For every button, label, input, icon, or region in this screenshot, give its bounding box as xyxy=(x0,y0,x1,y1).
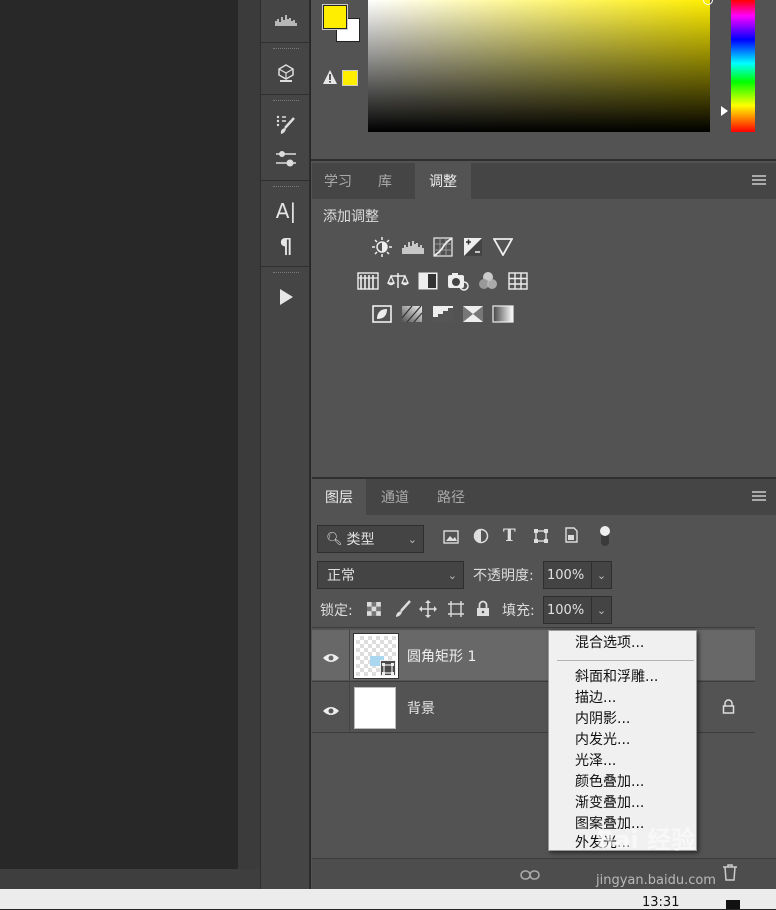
properties-sliders-icon[interactable] xyxy=(267,144,305,174)
histogram-icon[interactable] xyxy=(267,5,305,35)
tab-channels[interactable]: 通道 xyxy=(368,479,422,515)
hue-slider-handle[interactable] xyxy=(721,106,728,116)
gradient-map-icon[interactable] xyxy=(492,303,514,325)
chevron-down-icon: ⌄ xyxy=(407,532,417,546)
tab-adjustments[interactable]: 调整 xyxy=(415,163,471,199)
opacity-dropdown-button[interactable]: ⌄ xyxy=(591,561,612,589)
channel-mixer-icon[interactable] xyxy=(477,270,499,292)
hue-slider[interactable] xyxy=(731,0,755,132)
watermark-url: jingyan.baidu.com xyxy=(596,873,716,888)
gamut-color-swatch[interactable] xyxy=(342,70,358,86)
invert-icon[interactable] xyxy=(371,303,393,325)
vertical-scrollbar[interactable] xyxy=(238,0,260,869)
paragraph-icon[interactable]: ¶ xyxy=(267,231,305,261)
layer-style-context-menu: 混合选项... 斜面和浮雕... 描边... 内阴影... 内发光... 光泽.… xyxy=(548,630,697,851)
filter-type-layer-icon[interactable]: T xyxy=(503,526,521,546)
black-white-icon[interactable] xyxy=(417,270,439,292)
visibility-eye-icon[interactable] xyxy=(322,702,340,715)
fill-label: 填充: xyxy=(502,603,535,619)
watermark-logo: Bai 经验 xyxy=(596,826,696,854)
panel-menu-icon[interactable] xyxy=(752,175,766,185)
link-layers-icon[interactable] xyxy=(520,866,542,882)
color-field[interactable] xyxy=(368,0,710,132)
notification-icon[interactable] xyxy=(726,900,740,909)
menu-item-inner-glow[interactable]: 内发光... xyxy=(575,730,630,751)
shape-layer-badge-icon xyxy=(380,660,396,676)
menu-item-stroke[interactable]: 描边... xyxy=(575,688,616,709)
lock-position-icon[interactable] xyxy=(419,600,437,618)
opacity-input[interactable]: 100% xyxy=(543,561,593,589)
filter-smart-object-icon[interactable] xyxy=(563,527,581,545)
filter-adjustment-layer-icon[interactable] xyxy=(473,528,491,544)
opacity-value: 100% xyxy=(547,567,585,583)
photo-filter-icon[interactable] xyxy=(447,270,469,292)
lock-artboard-icon[interactable] xyxy=(447,600,465,618)
menu-item-satin[interactable]: 光泽... xyxy=(575,751,616,772)
tab-libraries[interactable]: 库 xyxy=(364,163,406,199)
filter-pixel-layer-icon[interactable] xyxy=(443,529,461,545)
filter-shape-layer-icon[interactable] xyxy=(533,528,551,546)
exposure-icon[interactable] xyxy=(462,236,484,258)
taskbar-clock[interactable]: 13:31 xyxy=(642,895,679,910)
brightness-contrast-icon[interactable] xyxy=(371,236,393,258)
color-balance-icon[interactable] xyxy=(387,270,409,292)
document-canvas[interactable] xyxy=(0,0,238,869)
tab-layers[interactable]: 图层 xyxy=(312,479,366,515)
panel-icon-strip: A| ¶ xyxy=(260,0,310,889)
tab-learn[interactable]: 学习 xyxy=(312,163,364,199)
layer-thumbnail[interactable] xyxy=(354,687,396,729)
lock-label: 锁定: xyxy=(320,603,353,619)
foreground-color-swatch[interactable] xyxy=(322,4,348,30)
tab-paths[interactable]: 路径 xyxy=(424,479,478,515)
curves-icon[interactable] xyxy=(432,236,454,258)
layer-filter-value: 类型 xyxy=(346,532,375,548)
menu-item-bevel-emboss[interactable]: 斜面和浮雕... xyxy=(575,667,658,688)
search-icon: 🔍︎ xyxy=(326,531,343,547)
layer-filter-select[interactable]: 🔍︎ 类型 ⌄ xyxy=(317,525,424,553)
menu-item-blending-options[interactable]: 混合选项... xyxy=(575,633,644,654)
blend-mode-value: 正常 xyxy=(327,568,355,584)
character-icon[interactable]: A| xyxy=(267,196,305,226)
menu-item-inner-shadow[interactable]: 内阴影... xyxy=(575,709,630,730)
selective-color-icon[interactable] xyxy=(462,303,484,325)
blend-mode-select[interactable]: 正常 ⌄ xyxy=(317,561,464,589)
lock-transparency-icon[interactable] xyxy=(366,601,382,617)
3d-cube-icon[interactable] xyxy=(267,58,305,88)
posterize-icon[interactable] xyxy=(401,303,423,325)
chevron-down-icon: ⌄ xyxy=(447,568,457,582)
lock-image-pixels-icon[interactable] xyxy=(395,600,411,618)
visibility-eye-icon[interactable] xyxy=(322,649,340,662)
layer-name[interactable]: 圆角矩形 1 xyxy=(407,646,476,666)
fill-value: 100% xyxy=(547,602,585,618)
layer-name[interactable]: 背景 xyxy=(407,698,435,718)
gamut-warning-icon xyxy=(322,69,338,85)
add-adjustment-title: 添加调整 xyxy=(323,209,379,225)
color-lookup-icon[interactable] xyxy=(507,270,529,292)
play-action-icon[interactable] xyxy=(267,282,305,312)
fill-dropdown-button[interactable]: ⌄ xyxy=(591,596,612,624)
hue-saturation-icon[interactable] xyxy=(357,270,379,292)
opacity-label: 不透明度: xyxy=(473,568,534,584)
layer-thumbnail[interactable] xyxy=(353,633,399,679)
filter-toggle-switch[interactable] xyxy=(599,524,611,548)
layers-tabbar: 图层 通道 路径 xyxy=(312,479,776,515)
adjustments-tabbar: 学习 库 调整 xyxy=(312,163,776,199)
delete-layer-icon[interactable] xyxy=(722,863,740,883)
menu-item-color-overlay[interactable]: 颜色叠加... xyxy=(575,772,644,793)
horizontal-scrollbar[interactable] xyxy=(0,869,260,889)
fill-input[interactable]: 100% xyxy=(543,596,593,624)
brush-settings-icon[interactable] xyxy=(267,110,305,140)
lock-icon xyxy=(722,699,736,715)
menu-separator xyxy=(557,660,694,661)
lock-all-icon[interactable] xyxy=(476,600,492,618)
panel-menu-icon[interactable] xyxy=(752,491,766,501)
levels-icon[interactable] xyxy=(402,236,424,258)
threshold-icon[interactable] xyxy=(432,303,454,325)
menu-item-gradient-overlay[interactable]: 渐变叠加... xyxy=(575,793,644,814)
gradient-triangle-icon[interactable] xyxy=(492,236,514,258)
